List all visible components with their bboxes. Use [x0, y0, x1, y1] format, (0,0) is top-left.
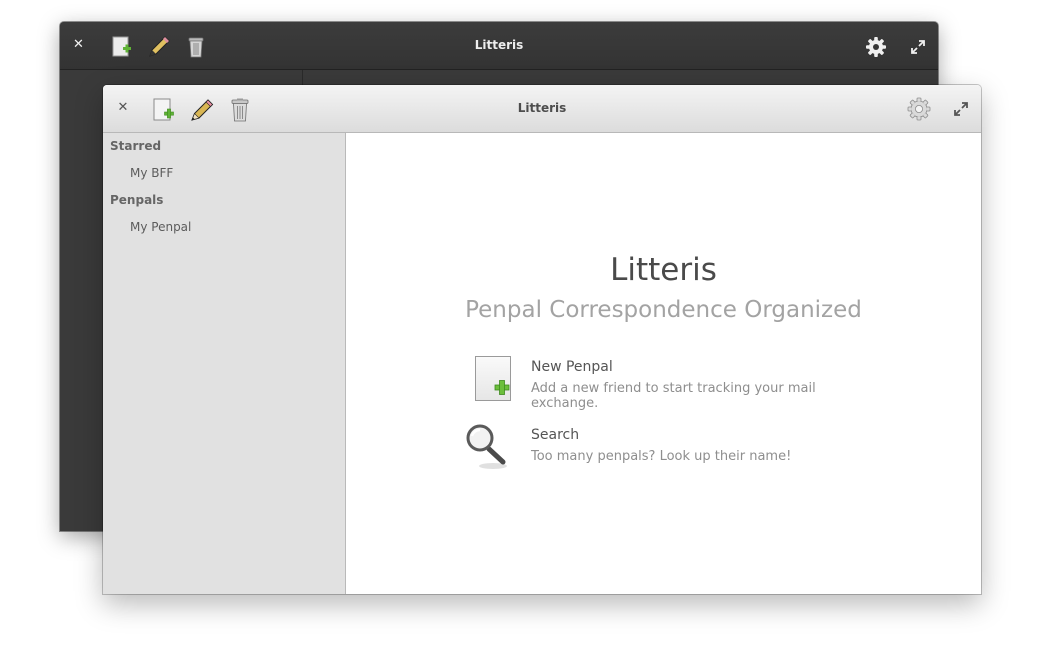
new-document-icon: [466, 355, 514, 409]
welcome-title: Litteris: [610, 252, 717, 288]
maximize-icon[interactable]: [911, 39, 925, 58]
headerbar: ✕ Litteris: [103, 85, 981, 133]
sidebar-item-my-penpal[interactable]: My Penpal: [130, 220, 191, 234]
sidebar-item-my-bff[interactable]: My BFF: [130, 166, 173, 180]
sidebar-header-starred: Starred: [110, 139, 162, 153]
sidebar-header-penpals: Penpals: [110, 193, 164, 207]
background-headerbar: ✕ Litteris: [60, 22, 938, 70]
new-penpal-action[interactable]: New Penpal Add a new friend to start tra…: [466, 355, 886, 411]
background-window-title: Litteris: [474, 38, 524, 52]
search-title: Search: [531, 427, 580, 443]
gear-icon[interactable]: [865, 36, 887, 62]
maximize-icon: [954, 102, 968, 116]
new-penpal-description: Add a new friend to start tracking your …: [531, 381, 816, 411]
magnifier-icon: [463, 423, 513, 475]
welcome-view: Litteris Penpal Correspondence Organized…: [346, 133, 981, 594]
gear-icon: [907, 97, 931, 121]
settings-button[interactable]: [907, 97, 931, 125]
maximize-button[interactable]: [954, 101, 968, 120]
search-description: Too many penpals? Look up their name!: [531, 449, 792, 464]
search-action[interactable]: Search Too many penpals? Look up their n…: [466, 423, 886, 479]
window-title: Litteris: [517, 101, 567, 115]
sidebar: Starred My BFF Penpals My Penpal: [103, 133, 346, 594]
welcome-subtitle: Penpal Correspondence Organized: [465, 297, 862, 323]
new-penpal-title: New Penpal: [531, 359, 613, 375]
app-window: ✕ Litteris Starred My BFF Penpals My Pen…: [103, 85, 981, 594]
